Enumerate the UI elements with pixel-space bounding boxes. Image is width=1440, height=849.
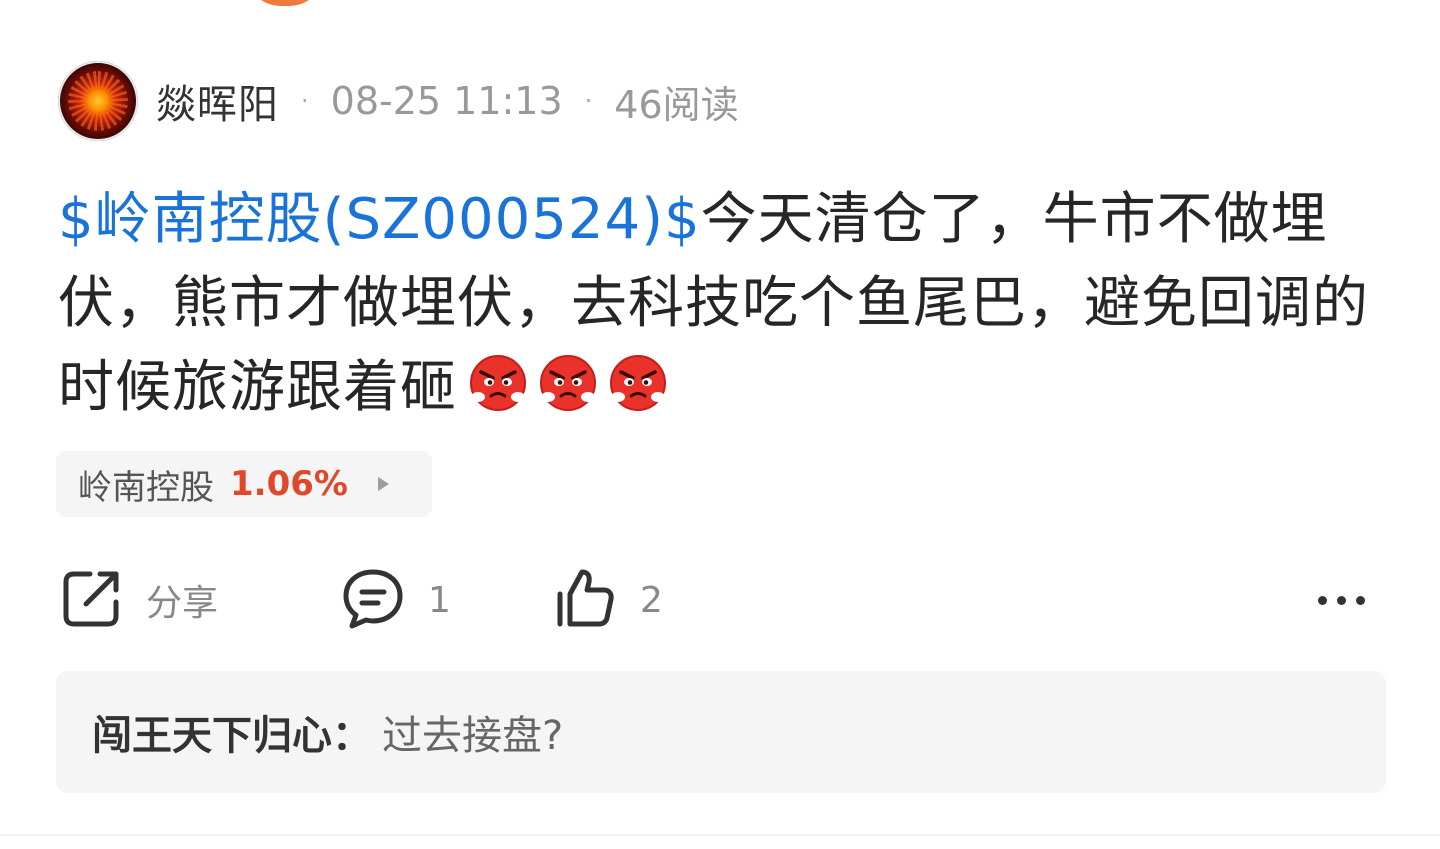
comment-icon (340, 566, 406, 634)
meta-separator: · (301, 87, 309, 115)
angry-face-icon (469, 354, 527, 412)
like-button[interactable]: 2 (552, 568, 663, 632)
post-header: 燚晖阳 · 08-25 11:13 · 46阅读 (58, 60, 739, 142)
share-icon (60, 566, 124, 634)
comment-count: 1 (428, 579, 451, 621)
share-button[interactable]: 分享 (60, 568, 218, 632)
chevron-right-icon (377, 477, 389, 491)
action-bar: 分享 1 2 (0, 560, 1440, 640)
comment-button[interactable]: 1 (340, 568, 451, 632)
meta-separator: · (584, 87, 593, 115)
avatar[interactable] (58, 61, 138, 141)
comment-preview[interactable]: 闯王天下归心： 过去接盘? (56, 671, 1386, 793)
stock-link[interactable]: $岭南控股(SZ000524)$ (58, 187, 701, 252)
post-body: $岭南控股(SZ000524)$今天清仓了，牛市不做埋伏，熊市才做埋伏，去科技吃… (58, 178, 1398, 430)
share-label: 分享 (146, 583, 219, 624)
previous-item-avatar-fragment (245, 0, 325, 6)
more-options-button[interactable] (1318, 568, 1365, 632)
comment-text: 过去接盘? (382, 713, 564, 759)
stock-chip-change: 1.06% (230, 464, 348, 504)
comment-author[interactable]: 闯王天下归心 (92, 703, 332, 761)
angry-face-icon (539, 354, 597, 412)
divider (0, 834, 1440, 836)
thumbs-up-icon (552, 566, 618, 634)
angry-face-icon (609, 354, 667, 412)
post-time: 08-25 11:13 (330, 79, 563, 123)
like-count: 2 (640, 579, 663, 621)
more-icon (1318, 595, 1365, 605)
comment-colon: ： (332, 713, 372, 759)
post-card: 燚晖阳 · 08-25 11:13 · 46阅读 $岭南控股(SZ000524)… (0, 0, 1440, 849)
stock-chip-name: 岭南控股 (78, 467, 214, 508)
author-name[interactable]: 燚晖阳 (156, 72, 279, 130)
read-count: 46阅读 (614, 82, 739, 127)
stock-chip[interactable]: 岭南控股 1.06% (56, 451, 432, 517)
